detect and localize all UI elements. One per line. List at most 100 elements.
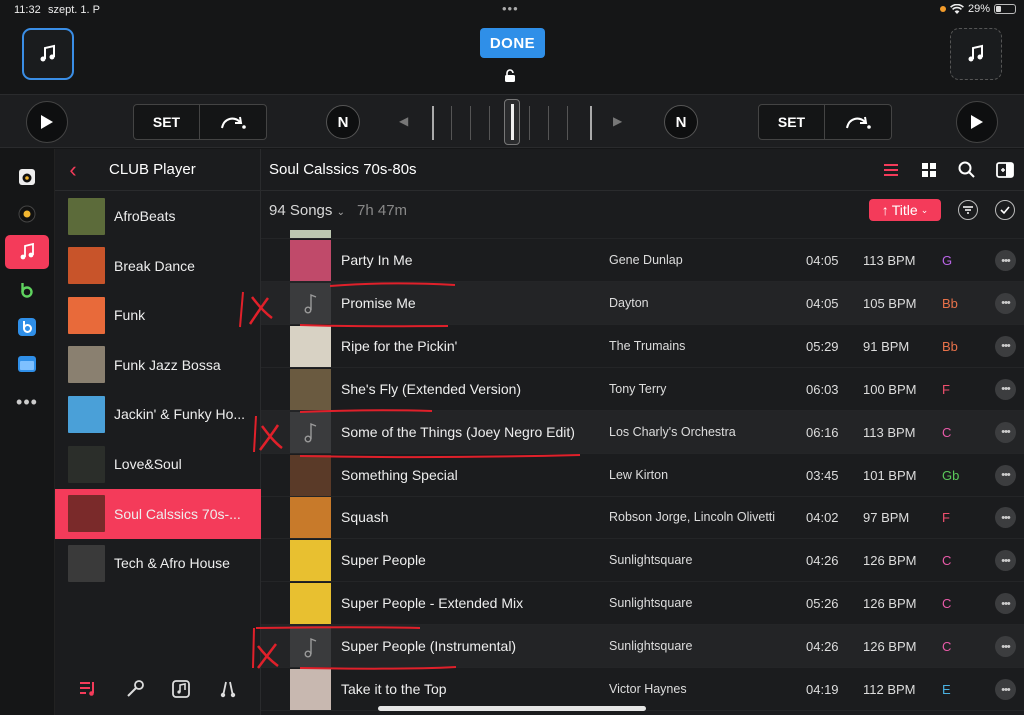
playlist-title: Soul Calssics 70s-80s [269, 161, 417, 178]
song-duration: 04:26 [806, 639, 839, 655]
list-subheader: 94 Songs ⌄ 7h 47m ↑ Title ⌄ [261, 191, 1024, 229]
table-row[interactable]: Super People (Instrumental) Sunlightsquar… [261, 625, 1024, 669]
table-row[interactable]: Party In Me Gene Dunlap 04:05 113 BPM G ••• [261, 239, 1024, 282]
queue-add-icon[interactable] [995, 160, 1015, 180]
set-right-button[interactable]: SET [759, 105, 825, 139]
sidebar-playlist-item[interactable]: AfroBeats [55, 191, 261, 241]
song-bpm: 112 BPM [863, 682, 916, 697]
vinyl-icon [18, 205, 36, 223]
instruments-icon[interactable] [218, 679, 238, 699]
more-options-icon[interactable]: ••• [995, 292, 1016, 314]
select-check-icon[interactable] [995, 200, 1015, 220]
more-options-icon[interactable]: ••• [995, 593, 1016, 615]
sort-label: Title [891, 202, 918, 218]
sync-right-button[interactable]: N [664, 105, 698, 139]
more-options-icon[interactable]: ••• [995, 679, 1016, 700]
more-options-icon[interactable]: ••• [995, 421, 1016, 443]
song-bpm: 113 BPM [863, 253, 916, 268]
multitask-dots-icon[interactable]: ••• [502, 1, 519, 16]
more-options-icon[interactable]: ••• [995, 550, 1016, 572]
table-row[interactable]: Take it to the Top Victor Haynes 04:19 112 … [261, 668, 1024, 711]
table-row[interactable]: Ripe for the Pickin' The Trumains 05:29 91 … [261, 325, 1024, 368]
song-key: F [942, 510, 950, 526]
play-right-button[interactable] [956, 101, 998, 143]
song-count-dropdown[interactable]: 94 Songs ⌄ [269, 202, 345, 219]
sidebar-playlist-item[interactable]: Funk [55, 290, 261, 340]
song-key: F [942, 381, 950, 397]
rail-beatport[interactable] [5, 273, 49, 307]
rail-files[interactable] [5, 347, 49, 381]
playlist-label: Soul Calssics 70s-... [114, 505, 241, 522]
deck-right-track-button[interactable] [950, 28, 1002, 80]
set-left-button[interactable]: SET [134, 105, 200, 139]
folder-icon [18, 356, 36, 372]
table-row[interactable]: She's Fly (Extended Version) Tony Terry 06… [261, 368, 1024, 411]
song-bpm: 105 BPM [863, 295, 917, 311]
song-title: Super People [341, 552, 426, 569]
microphone-icon[interactable] [125, 679, 145, 699]
play-left-button[interactable] [26, 101, 68, 143]
playlist-label: Tech & Afro House [114, 555, 230, 572]
sort-arrow-icon: ↑ [881, 202, 889, 218]
filter-icon[interactable] [958, 200, 978, 220]
playlist-cover [68, 395, 105, 433]
table-row[interactable]: Squash Robson Jorge, Lincoln Olivetti 04:0… [261, 496, 1024, 540]
done-button[interactable]: DONE [480, 28, 545, 58]
album-art [290, 325, 331, 367]
rail-vinyl[interactable] [5, 197, 49, 231]
chevron-right-icon[interactable]: ▶ [613, 114, 622, 128]
search-icon[interactable] [957, 160, 977, 180]
sidebar-playlist-item[interactable]: Jackin' & Funky Ho... [55, 389, 261, 439]
grid-view-icon[interactable] [919, 160, 939, 180]
rail-local-music[interactable] [5, 160, 49, 194]
table-row[interactable]: Super People - Extended Mix Sunlightsquar… [261, 582, 1024, 626]
song-key: C [942, 596, 952, 612]
sidebar-playlist-item[interactable]: Love&Soul [55, 439, 261, 489]
music-note-icon [40, 44, 55, 62]
song-bpm: 113 BPM [863, 424, 916, 440]
unlock-icon[interactable] [503, 69, 517, 83]
song-artist: Gene Dunlap [609, 253, 683, 267]
sync-left-button[interactable]: N [326, 105, 360, 139]
more-options-icon[interactable]: ••• [995, 636, 1016, 658]
loop-left-button[interactable] [200, 105, 266, 139]
album-art [290, 540, 331, 582]
more-options-icon[interactable]: ••• [995, 250, 1016, 271]
list-view-icon[interactable] [881, 160, 901, 180]
sidebar-playlist-item[interactable]: Break Dance [55, 241, 261, 291]
song-list-panel: Soul Calssics 70s-80s 94 Songs ⌄ 7h 47m … [261, 149, 1024, 715]
table-row[interactable]: Promise Me Dayton 04:05 105 BPM Bb ••• [261, 281, 1024, 325]
cue-group-left: SET [133, 104, 267, 140]
transport-bar: SET N ◀ ▶ N SET [0, 94, 1024, 148]
sort-button[interactable]: ↑ Title ⌄ [869, 199, 941, 221]
crossfader[interactable]: ◀ ▶ [395, 99, 627, 145]
table-row[interactable]: Some of the Things (Joey Negro Edit) Los … [261, 410, 1024, 454]
home-indicator[interactable] [378, 706, 646, 711]
song-key: Gb [942, 467, 960, 483]
rail-beatsource[interactable] [5, 310, 49, 344]
table-row[interactable]: Something Special Lew Kirton 03:45 101 BPM G… [261, 454, 1024, 497]
rail-apple-music[interactable] [5, 235, 49, 269]
more-options-icon[interactable]: ••• [995, 378, 1016, 400]
sidebar-playlist-item[interactable]: Funk Jazz Bossa [55, 340, 261, 390]
crossfader-handle[interactable] [504, 99, 520, 145]
more-options-icon[interactable]: ••• [995, 507, 1016, 529]
sidebar-header: ‹ CLUB Player [55, 149, 260, 191]
deck-left-track-button[interactable] [22, 28, 74, 80]
loop-right-button[interactable] [825, 105, 891, 139]
playlist-cover [68, 544, 105, 582]
song-artist: Los Charly's Orchestra [609, 424, 736, 439]
table-row[interactable]: Super People Sunlightsquare 04:26 126 BPM C •… [261, 539, 1024, 583]
back-chevron-icon[interactable]: ‹ [55, 157, 85, 183]
song-bpm: 101 BPM [863, 467, 917, 483]
sidebar-playlist-item[interactable]: Soul Calssics 70s-... [55, 488, 261, 539]
chevron-left-icon[interactable]: ◀ [399, 114, 408, 128]
album-icon[interactable] [171, 679, 191, 699]
album-art [290, 669, 331, 710]
more-icon[interactable]: ••• [5, 385, 49, 419]
sidebar-playlist-item[interactable]: Tech & Afro House [55, 538, 261, 588]
more-options-icon[interactable]: ••• [995, 464, 1016, 486]
more-options-icon[interactable]: ••• [995, 335, 1016, 357]
playlist-icon[interactable] [78, 679, 98, 699]
table-row-partial [261, 230, 1024, 239]
